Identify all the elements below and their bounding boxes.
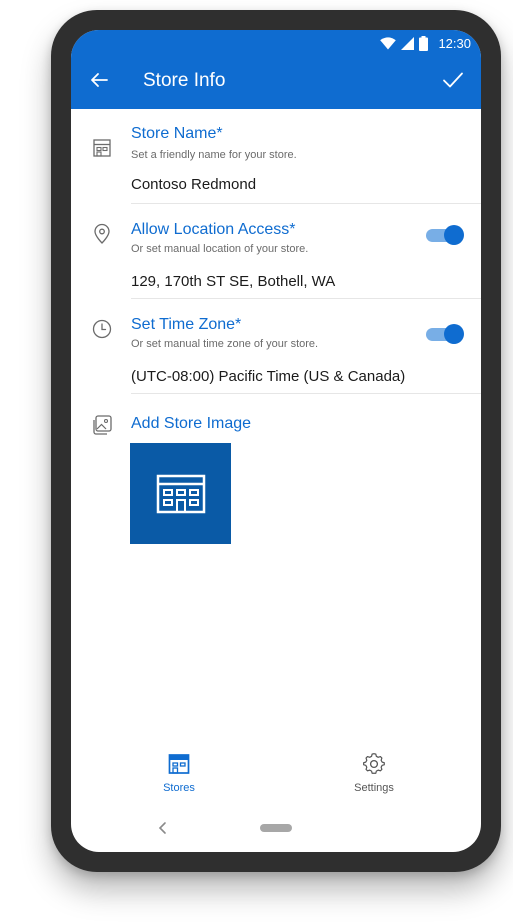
checkmark-icon [443, 72, 463, 88]
clock-icon [91, 318, 113, 340]
chevron-left-icon [158, 822, 166, 834]
store-icon [91, 137, 113, 159]
page-title: Store Info [143, 70, 226, 91]
location-access-label: Allow Location Access* [131, 221, 296, 238]
signal-icon [401, 36, 415, 50]
time-zone-field[interactable]: (UTC-08:00) Pacific Time (US & Canada) [131, 368, 405, 385]
time-zone-toggle[interactable] [426, 323, 464, 345]
nav-label-settings: Settings [354, 782, 394, 794]
app-bar: 12:30 Store Info [71, 30, 481, 109]
location-hint: Or set manual location of your store. [131, 243, 309, 255]
location-pin-icon [91, 223, 113, 245]
status-time: 12:30 [438, 35, 471, 51]
back-button[interactable] [87, 68, 111, 92]
store-name-hint: Set a friendly name for your store. [131, 149, 297, 161]
system-home-pill[interactable] [260, 824, 292, 832]
store-name-label: Store Name* [131, 125, 223, 142]
phone-screen: 12:30 Store Info Store Name* Set a frien… [71, 30, 481, 852]
image-gallery-icon [91, 414, 113, 436]
nav-item-settings[interactable]: Settings [319, 752, 429, 806]
gear-icon [363, 753, 385, 774]
nav-label-stores: Stores [163, 782, 195, 794]
time-zone-hint: Or set manual time zone of your store. [131, 338, 319, 350]
store-icon [168, 754, 190, 774]
divider [131, 203, 481, 204]
system-navigation-bar [71, 813, 481, 843]
toggle-knob [444, 225, 464, 245]
store-image-thumbnail[interactable] [130, 443, 231, 544]
bottom-navigation: Stores Settings [71, 752, 481, 808]
wifi-icon [380, 36, 397, 50]
location-access-toggle[interactable] [426, 224, 464, 246]
time-zone-label: Set Time Zone* [131, 316, 242, 333]
confirm-button[interactable] [441, 68, 465, 92]
toggle-knob [444, 324, 464, 344]
building-icon [156, 474, 205, 513]
divider [131, 393, 481, 394]
nav-item-stores[interactable]: Stores [124, 752, 234, 806]
arrow-left-icon [91, 73, 108, 87]
status-bar: 12:30 [380, 34, 471, 52]
store-name-field[interactable]: Contoso Redmond [131, 176, 256, 193]
system-back-button[interactable] [156, 819, 170, 837]
battery-icon [419, 35, 429, 51]
divider [131, 298, 481, 299]
add-store-image-link[interactable]: Add Store Image [131, 415, 251, 433]
location-address-field[interactable]: 129, 170th ST SE, Bothell, WA [131, 273, 335, 290]
